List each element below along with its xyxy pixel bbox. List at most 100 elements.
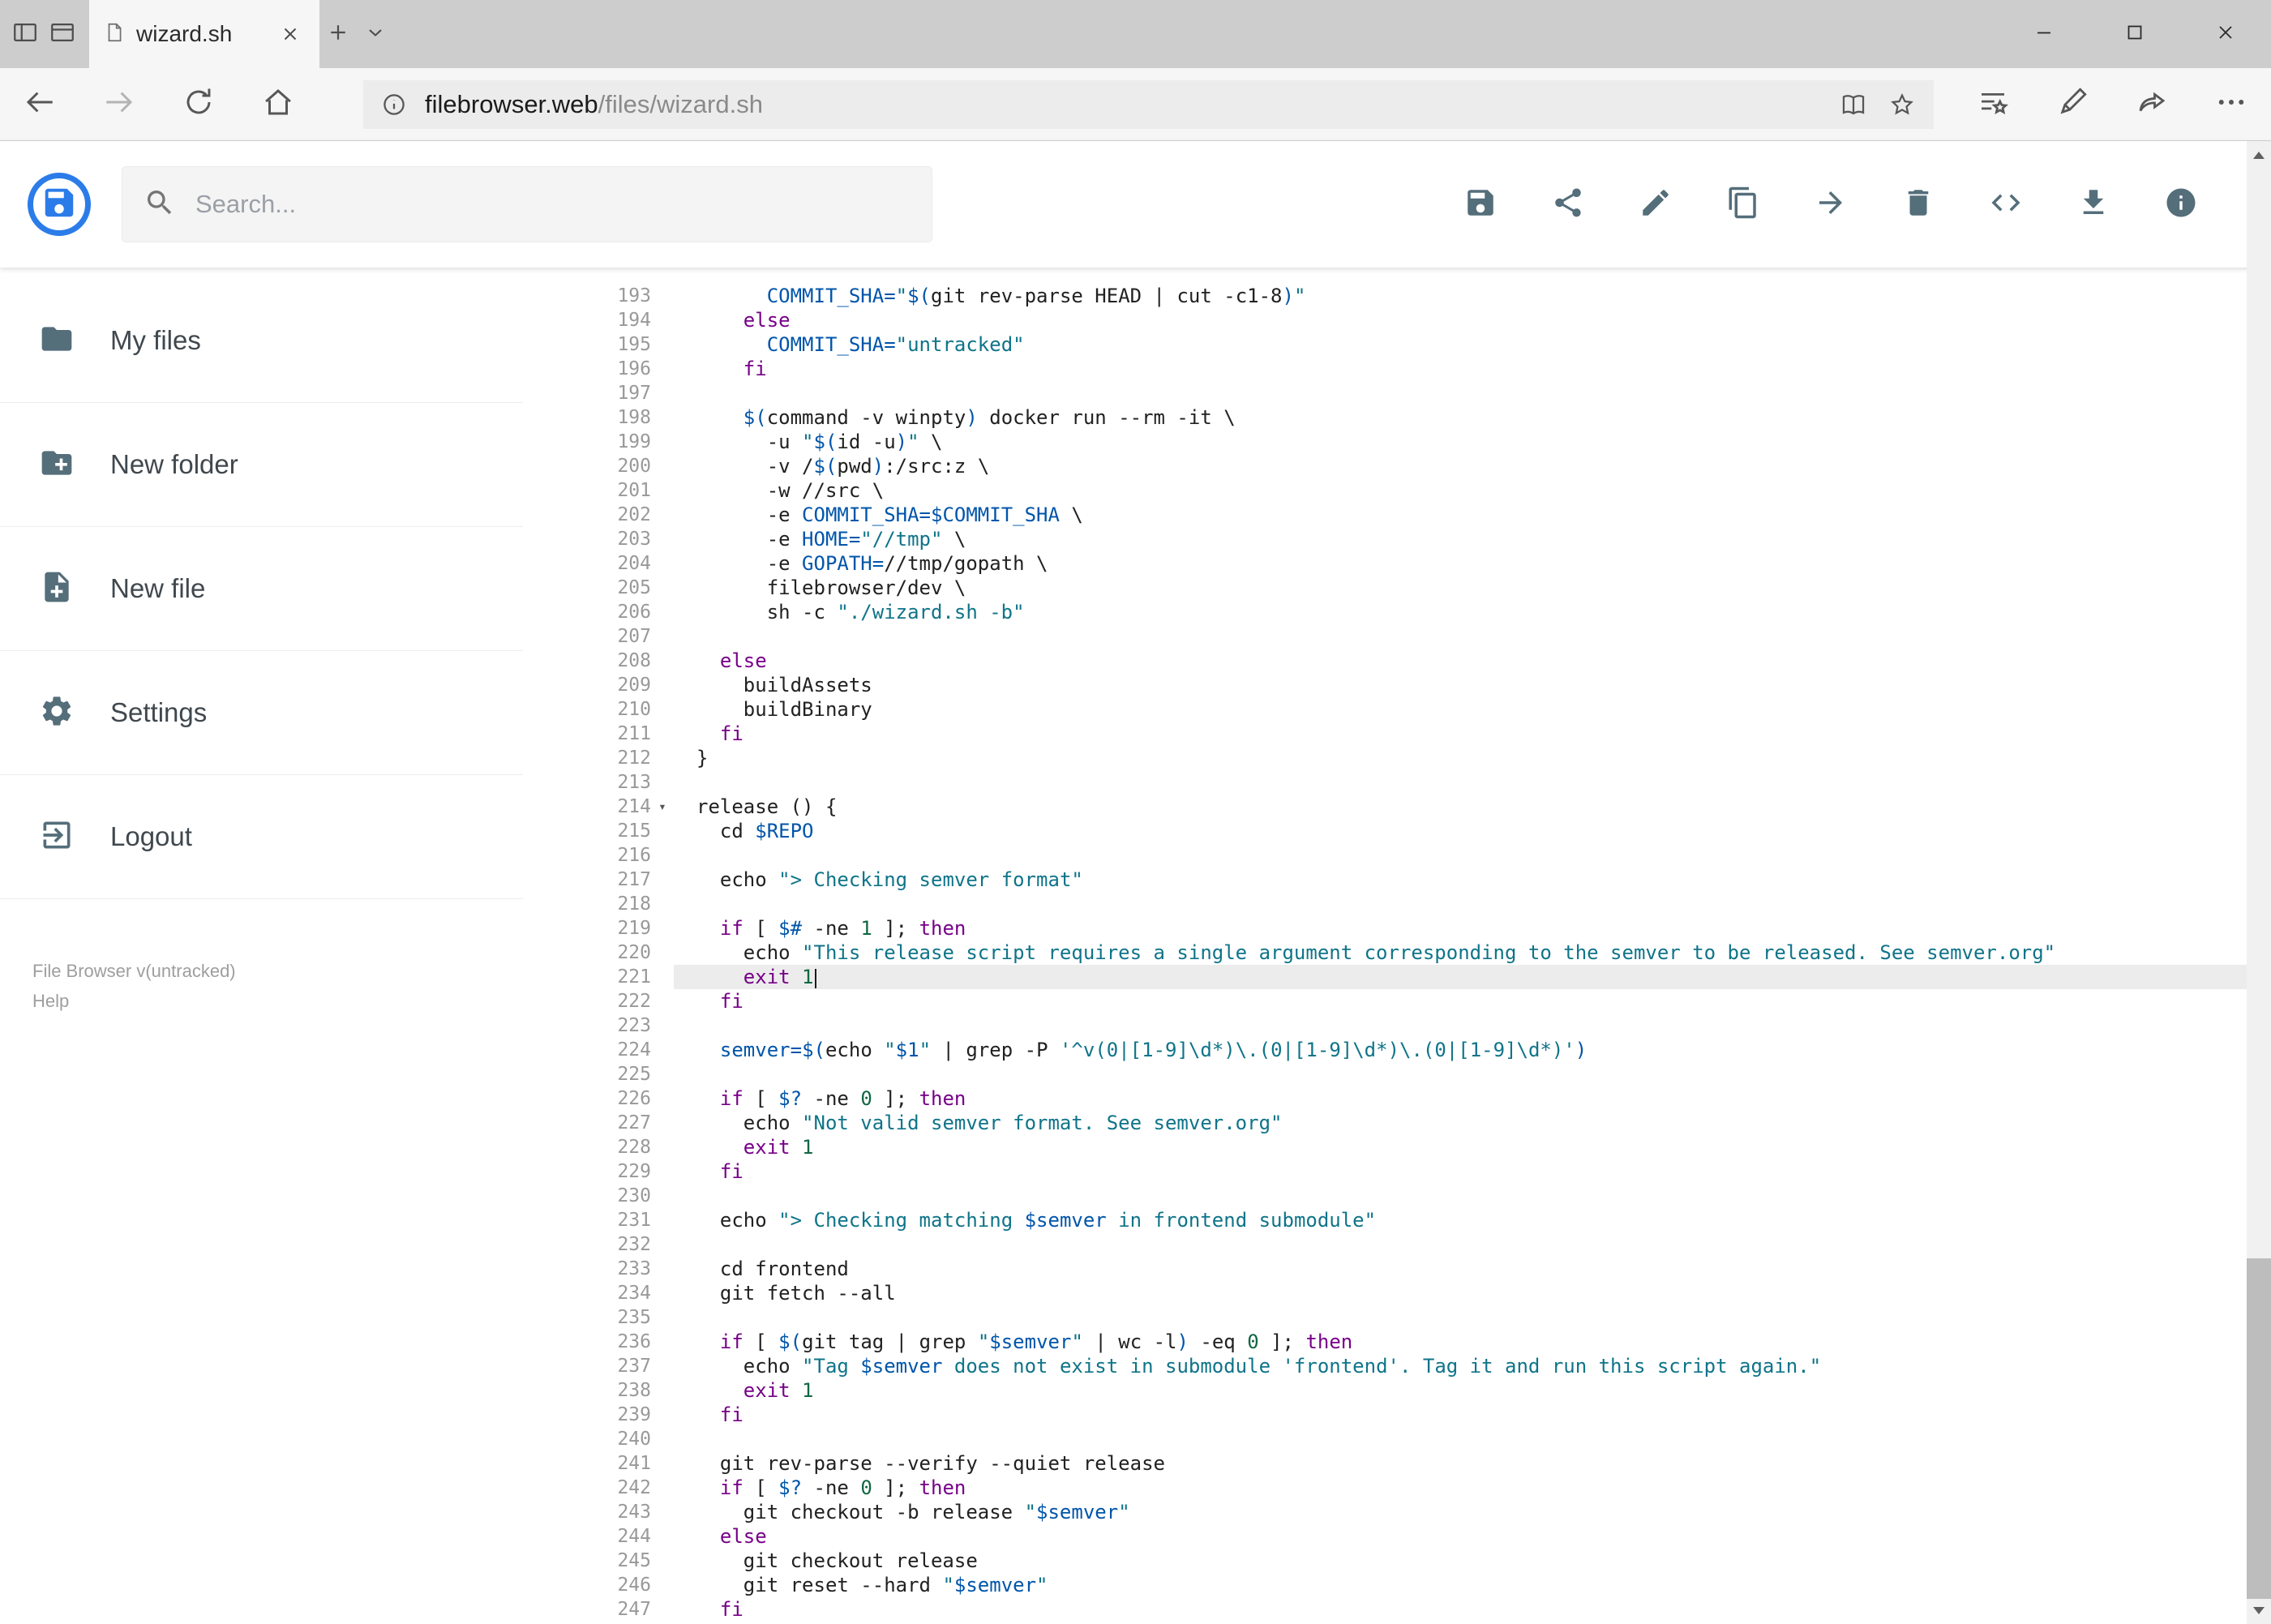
copy-button[interactable] bbox=[1725, 186, 1762, 223]
sidebar-item-settings[interactable]: Settings bbox=[0, 651, 523, 775]
new-tab-button[interactable] bbox=[319, 0, 357, 68]
code-line[interactable]: 198 $(command -v winpty) docker run --rm… bbox=[523, 405, 2271, 430]
search-input[interactable] bbox=[194, 189, 911, 220]
code-line[interactable]: 194 else bbox=[523, 308, 2271, 332]
code-line[interactable]: 227 echo "Not valid semver format. See s… bbox=[523, 1111, 2271, 1135]
favorite-star-icon[interactable] bbox=[1888, 91, 1916, 118]
code-line[interactable]: 226 if [ $? -ne 0 ]; then bbox=[523, 1086, 2271, 1111]
sidebar-item-new-folder[interactable]: New folder bbox=[0, 403, 523, 527]
code-line[interactable]: 247 fi bbox=[523, 1597, 2271, 1622]
code-line[interactable]: 231 echo "> Checking matching $semver in… bbox=[523, 1208, 2271, 1232]
code-line[interactable]: 242 if [ $? -ne 0 ]; then bbox=[523, 1476, 2271, 1500]
maximize-button[interactable] bbox=[2089, 0, 2180, 68]
vertical-scrollbar[interactable] bbox=[2247, 141, 2271, 1624]
home-button[interactable] bbox=[238, 68, 318, 140]
share-button[interactable] bbox=[2112, 68, 2192, 140]
scrollbar-thumb[interactable] bbox=[2247, 1258, 2271, 1599]
code-line[interactable]: 208 else bbox=[523, 649, 2271, 673]
code-line[interactable]: 224 semver=$(echo "$1" | grep -P '^v(0|[… bbox=[523, 1038, 2271, 1062]
more-button[interactable] bbox=[2192, 68, 2271, 140]
code-line[interactable]: 209 buildAssets bbox=[523, 673, 2271, 697]
fold-arrow-icon[interactable]: ▾ bbox=[651, 795, 674, 819]
code-line[interactable]: 206 sh -c "./wizard.sh -b" bbox=[523, 600, 2271, 624]
code-line[interactable]: 243 git checkout -b release "$semver" bbox=[523, 1500, 2271, 1524]
scrollbar-down-arrow[interactable] bbox=[2247, 1596, 2271, 1624]
code-line[interactable]: 230 bbox=[523, 1184, 2271, 1208]
browser-tab[interactable]: wizard.sh bbox=[89, 0, 319, 68]
code-line[interactable]: 244 else bbox=[523, 1524, 2271, 1549]
web-note-button[interactable] bbox=[2033, 68, 2112, 140]
forward-button[interactable] bbox=[79, 68, 159, 140]
code-line[interactable]: 214 ▾ release () { bbox=[523, 795, 2271, 819]
app-logo[interactable] bbox=[28, 173, 91, 236]
code-line[interactable]: 210 buildBinary bbox=[523, 697, 2271, 722]
code-line[interactable]: 218 bbox=[523, 892, 2271, 916]
close-button[interactable] bbox=[2180, 0, 2271, 68]
code-line[interactable]: 202 -e COMMIT_SHA=$COMMIT_SHA \ bbox=[523, 503, 2271, 527]
code-line[interactable]: 212} bbox=[523, 746, 2271, 770]
code-line[interactable]: 234 git fetch --all bbox=[523, 1281, 2271, 1305]
code-line[interactable]: 201 -w //src \ bbox=[523, 478, 2271, 503]
code-line[interactable]: 216 bbox=[523, 843, 2271, 868]
code-line[interactable]: 215 cd $REPO bbox=[523, 819, 2271, 843]
info-button[interactable] bbox=[2162, 186, 2200, 223]
tabs-set-aside-button[interactable] bbox=[6, 0, 44, 68]
hub-button[interactable] bbox=[1953, 68, 2033, 140]
code-line[interactable]: 233 cd frontend bbox=[523, 1257, 2271, 1281]
code-line[interactable]: 220 echo "This release script requires a… bbox=[523, 941, 2271, 965]
move-button[interactable] bbox=[1812, 186, 1849, 223]
code-line[interactable]: 229 fi bbox=[523, 1159, 2271, 1184]
code-line[interactable]: 203 -e HOME="//tmp" \ bbox=[523, 527, 2271, 551]
search-box[interactable] bbox=[122, 166, 932, 242]
code-line[interactable]: 200 -v /$(pwd):/src:z \ bbox=[523, 454, 2271, 478]
sidebar-item-my-files[interactable]: My files bbox=[0, 279, 523, 403]
refresh-button[interactable] bbox=[159, 68, 238, 140]
code-line[interactable]: 207 bbox=[523, 624, 2271, 649]
code-line[interactable]: 236 if [ $(git tag | grep "$semver" | wc… bbox=[523, 1330, 2271, 1354]
code-line[interactable]: 196 fi bbox=[523, 357, 2271, 381]
site-info-icon[interactable] bbox=[381, 92, 407, 118]
tab-close-icon[interactable] bbox=[276, 19, 305, 49]
save-button[interactable] bbox=[1462, 186, 1499, 223]
code-line[interactable]: 237 echo "Tag $semver does not exist in … bbox=[523, 1354, 2271, 1378]
code-line[interactable]: 213 bbox=[523, 770, 2271, 795]
scrollbar-up-arrow[interactable] bbox=[2247, 141, 2271, 169]
code-line[interactable]: 197 bbox=[523, 381, 2271, 405]
code-line[interactable]: 223 bbox=[523, 1013, 2271, 1038]
code-line[interactable]: 193 COMMIT_SHA="$(git rev-parse HEAD | c… bbox=[523, 284, 2271, 308]
code-line[interactable]: 228 exit 1 bbox=[523, 1135, 2271, 1159]
download-button[interactable] bbox=[2075, 186, 2112, 223]
code-line[interactable]: 205 filebrowser/dev \ bbox=[523, 576, 2271, 600]
address-bar[interactable]: filebrowser.web/files/wizard.sh bbox=[363, 79, 1934, 129]
code-line[interactable]: 232 bbox=[523, 1232, 2271, 1257]
help-link[interactable]: Help bbox=[32, 986, 523, 1016]
share-file-button[interactable] bbox=[1549, 186, 1587, 223]
code-line[interactable]: 219 if [ $# -ne 1 ]; then bbox=[523, 916, 2271, 941]
code-line[interactable]: 241 git rev-parse --verify --quiet relea… bbox=[523, 1451, 2271, 1476]
delete-button[interactable] bbox=[1900, 186, 1937, 223]
code-line[interactable]: 225 bbox=[523, 1062, 2271, 1086]
code-line[interactable]: 245 git checkout release bbox=[523, 1549, 2271, 1573]
code-editor[interactable]: 193 COMMIT_SHA="$(git rev-parse HEAD | c… bbox=[523, 268, 2271, 1624]
code-line[interactable]: 239 fi bbox=[523, 1403, 2271, 1427]
rename-button[interactable] bbox=[1637, 186, 1674, 223]
tab-preview-button[interactable] bbox=[44, 0, 81, 68]
code-line[interactable]: 222 fi bbox=[523, 989, 2271, 1013]
code-line[interactable]: 211 fi bbox=[523, 722, 2271, 746]
code-line[interactable]: 217 echo "> Checking semver format" bbox=[523, 868, 2271, 892]
code-line[interactable]: 235 bbox=[523, 1305, 2271, 1330]
reading-view-icon[interactable] bbox=[1840, 91, 1867, 118]
tab-list-chevron-button[interactable] bbox=[357, 0, 394, 68]
code-line[interactable]: 195 COMMIT_SHA="untracked" bbox=[523, 332, 2271, 357]
sidebar-item-new-file[interactable]: New file bbox=[0, 527, 523, 651]
code-line[interactable]: 240 bbox=[523, 1427, 2271, 1451]
code-line[interactable]: 246 git reset --hard "$semver" bbox=[523, 1573, 2271, 1597]
code-line[interactable]: 238 exit 1 bbox=[523, 1378, 2271, 1403]
code-line[interactable]: 199 -u "$(id -u)" \ bbox=[523, 430, 2271, 454]
code-line[interactable]: 221 exit 1 bbox=[523, 965, 2271, 989]
code-line[interactable]: 204 -e GOPATH=//tmp/gopath \ bbox=[523, 551, 2271, 576]
minimize-button[interactable] bbox=[1999, 0, 2089, 68]
raw-view-button[interactable] bbox=[1987, 186, 2025, 223]
sidebar-item-logout[interactable]: Logout bbox=[0, 775, 523, 899]
back-button[interactable] bbox=[0, 68, 79, 140]
